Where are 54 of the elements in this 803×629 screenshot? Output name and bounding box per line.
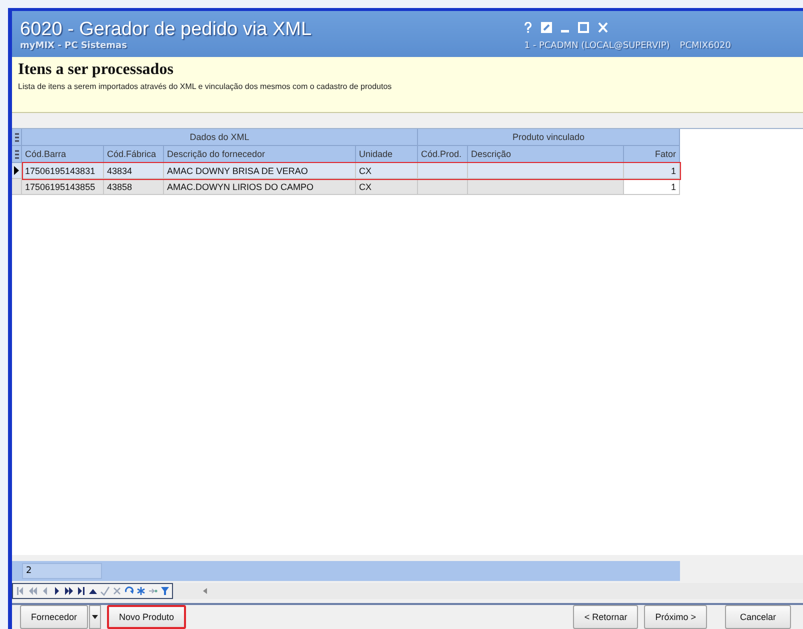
column-header[interactable]: Cód.Fábrica xyxy=(104,146,164,163)
table-cell xyxy=(418,163,468,179)
wizard-button[interactable]: < Retornar xyxy=(573,605,638,629)
table-cell xyxy=(418,179,468,195)
record-count: 2 xyxy=(22,563,102,579)
last-record-icon xyxy=(76,585,86,597)
asterisk-icon xyxy=(136,585,146,597)
wizard-button[interactable]: Próximo > xyxy=(644,605,707,629)
column-chooser-icon[interactable] xyxy=(14,132,18,142)
toolbar-button[interactable]: Fornecedor xyxy=(20,605,88,629)
caret-icon xyxy=(92,615,98,619)
maximize-icon[interactable] xyxy=(578,22,590,32)
table-cell: CX xyxy=(356,179,418,195)
section-description: Lista de itens a serem importados através do XML e vinculação dos mesmos com o cadastro de produtos xyxy=(18,82,393,91)
next-page-icon xyxy=(64,585,74,597)
scroll-left-icon[interactable] xyxy=(203,588,207,594)
table-cell: 43858 xyxy=(104,179,164,195)
table-cell: 43834 xyxy=(104,163,164,179)
table-cell: 17506195143831 xyxy=(22,163,104,179)
navigator-button[interactable] xyxy=(63,585,74,597)
navigator-button[interactable] xyxy=(75,585,86,597)
table-cell: CX xyxy=(356,163,418,179)
window-subtitle: myMIX - PC Sistemas xyxy=(20,41,128,53)
routine-label: PCMIX6020 xyxy=(680,41,731,53)
check-icon xyxy=(100,585,110,597)
window-title: 6020 - Gerador de pedido via XML xyxy=(20,19,313,41)
column-header[interactable]: Unidade xyxy=(356,146,418,163)
column-header[interactable]: Cód.Barra xyxy=(22,146,104,163)
dropdown-button[interactable] xyxy=(89,605,102,629)
toolbar-button[interactable]: Novo Produto xyxy=(107,605,186,629)
table-cell: 1 xyxy=(624,163,680,179)
column-chooser-icon[interactable] xyxy=(14,150,18,158)
wizard-button[interactable]: Cancelar xyxy=(724,605,791,629)
edit-icon[interactable] xyxy=(541,22,552,32)
table-cell: AMAC.DOWYN LIRIOS DO CAMPO xyxy=(164,179,356,195)
column-group-header: Dados do XML xyxy=(22,129,418,146)
column-header[interactable]: Descrição do fornecedor xyxy=(164,146,356,163)
column-header[interactable]: Cód.Prod. xyxy=(418,146,468,163)
session-label: 1 - PCADMN (LOCAL@SUPERVIP) xyxy=(524,41,670,53)
table-cell: 17506195143855 xyxy=(22,179,104,195)
current-row-icon xyxy=(14,166,19,175)
close-icon xyxy=(112,585,122,597)
table-cell: 1 xyxy=(624,179,680,195)
close-icon[interactable] xyxy=(598,22,608,32)
table-cell: AMAC DOWNY BRISA DE VERAO xyxy=(164,163,356,179)
row-indicator[interactable] xyxy=(12,163,22,179)
section-title: Itens a ser processados xyxy=(18,61,174,79)
filter-icon xyxy=(160,585,170,597)
column-header[interactable]: Descrição xyxy=(468,146,624,163)
previous-page-icon xyxy=(28,585,38,597)
column-group-header: Produto vinculado xyxy=(418,129,680,146)
column-header[interactable]: Fator xyxy=(624,146,680,163)
first-record-icon xyxy=(16,585,26,597)
help-icon[interactable] xyxy=(524,22,532,32)
